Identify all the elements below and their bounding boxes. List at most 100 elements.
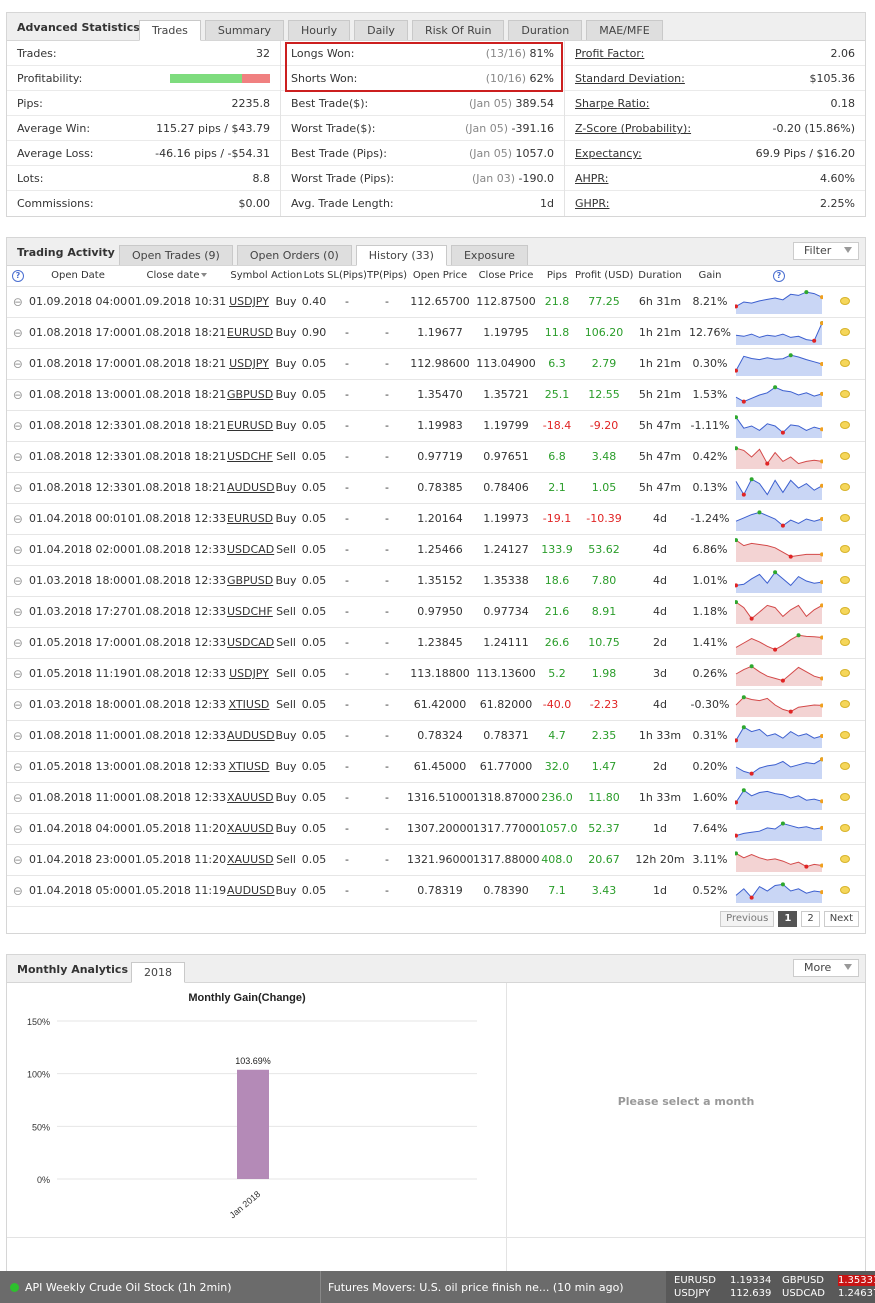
column-header[interactable]: Close Price (473, 266, 539, 287)
comment-bubble-icon[interactable] (840, 886, 850, 894)
stat-label[interactable]: Profit Factor: (575, 41, 644, 65)
symbol-cell[interactable]: USDJPY (227, 658, 271, 690)
symbol-cell[interactable]: XAUUSD (227, 844, 274, 876)
column-header[interactable]: Lots (301, 266, 327, 287)
tab-open-trades-9[interactable]: Open Trades (9) (119, 245, 233, 265)
symbol-cell[interactable]: XAUUSD (227, 813, 274, 845)
news-item-2[interactable]: Futures Movers: U.S. oil price finish ne… (328, 1281, 624, 1294)
paperclip-icon[interactable]: ⊘ (9, 417, 26, 434)
stat-label[interactable]: Z-Score (Probability): (575, 116, 691, 140)
comment-bubble-icon[interactable] (840, 638, 850, 646)
paperclip-icon[interactable]: ⊘ (9, 510, 26, 527)
comment-bubble-icon[interactable] (840, 793, 850, 801)
tab-exposure[interactable]: Exposure (450, 245, 528, 265)
paperclip-icon[interactable]: ⊘ (9, 634, 26, 651)
more-button[interactable]: More (793, 959, 859, 977)
comment-bubble-icon[interactable] (840, 483, 850, 491)
column-header[interactable]: Symbol (227, 266, 271, 287)
symbol-cell[interactable]: EURUSD (227, 410, 273, 442)
column-header[interactable]: Open Date (29, 266, 127, 287)
comment-bubble-icon[interactable] (840, 824, 850, 832)
comment-bubble-icon[interactable] (840, 762, 850, 770)
column-header[interactable]: Action (271, 266, 302, 287)
comment-bubble-icon[interactable] (840, 390, 850, 398)
paperclip-icon[interactable]: ⊘ (9, 324, 26, 341)
symbol-cell[interactable]: USDCHF (227, 596, 273, 628)
paperclip-icon[interactable]: ⊘ (9, 355, 26, 372)
paperclip-icon[interactable]: ⊘ (9, 386, 26, 403)
symbol-cell[interactable]: GBPUSD (227, 565, 273, 597)
stat-label[interactable]: Sharpe Ratio: (575, 91, 649, 115)
symbol-cell[interactable]: GBPUSD (227, 379, 273, 411)
comment-bubble-icon[interactable] (840, 328, 850, 336)
tab-mae-mfe[interactable]: MAE/MFE (586, 20, 663, 40)
comment-bubble-icon[interactable] (840, 359, 850, 367)
paperclip-icon[interactable]: ⊘ (9, 572, 26, 589)
symbol-cell[interactable]: USDJPY (227, 348, 271, 380)
page-1-button[interactable]: 1 (778, 911, 798, 927)
filter-button[interactable]: Filter (793, 242, 859, 260)
paperclip-icon[interactable]: ⊘ (9, 758, 26, 775)
tab-open-orders-0[interactable]: Open Orders (0) (236, 245, 352, 265)
symbol-cell[interactable]: EURUSD (227, 503, 273, 535)
page-2-button[interactable]: 2 (801, 911, 820, 927)
symbol-cell[interactable]: XTIUSD (227, 689, 271, 721)
paperclip-icon[interactable]: ⊘ (9, 479, 26, 496)
symbol-cell[interactable]: XAUUSD (227, 782, 274, 814)
comment-bubble-icon[interactable] (840, 576, 850, 584)
column-header[interactable]: Profit (USD) (575, 266, 633, 287)
stat-label[interactable]: Expectancy: (575, 141, 642, 165)
paperclip-icon[interactable]: ⊘ (9, 696, 26, 713)
next-page-button[interactable]: Next (823, 911, 859, 927)
tab-duration[interactable]: Duration (508, 20, 583, 40)
paperclip-icon[interactable]: ⊘ (9, 727, 26, 744)
comment-bubble-icon[interactable] (840, 607, 850, 615)
comment-bubble-icon[interactable] (840, 669, 850, 677)
paperclip-icon[interactable]: ⊘ (9, 820, 26, 837)
symbol-cell[interactable]: USDCHF (227, 441, 273, 473)
comment-bubble-icon[interactable] (840, 421, 850, 429)
tab-daily[interactable]: Daily (354, 20, 408, 40)
paperclip-icon[interactable]: ⊘ (9, 882, 26, 899)
stat-label[interactable]: Standard Deviation: (575, 66, 685, 90)
comment-bubble-icon[interactable] (840, 452, 850, 460)
symbol-cell[interactable]: AUDUSD (227, 875, 275, 907)
symbol-cell[interactable]: USDJPY (227, 286, 271, 318)
column-header[interactable]: Open Price (407, 266, 473, 287)
paperclip-icon[interactable]: ⊘ (9, 541, 26, 558)
paperclip-icon[interactable]: ⊘ (9, 665, 26, 682)
tab-hourly[interactable]: Hourly (288, 20, 351, 40)
paperclip-icon[interactable]: ⊘ (9, 293, 26, 310)
comment-bubble-icon[interactable] (840, 297, 850, 305)
symbol-cell[interactable]: AUDUSD (227, 720, 275, 752)
symbol-cell[interactable]: AUDUSD (227, 472, 275, 504)
previous-page-button[interactable]: Previous (720, 911, 775, 927)
symbol-cell[interactable]: EURUSD (227, 317, 273, 349)
news-item-1[interactable]: API Weekly Crude Oil Stock (1h 2min) (10, 1281, 232, 1294)
stat-label[interactable]: GHPR: (575, 191, 609, 216)
comment-bubble-icon[interactable] (840, 545, 850, 553)
symbol-cell[interactable]: USDCAD (227, 534, 274, 566)
help-icon[interactable]: ? (773, 269, 785, 282)
column-header[interactable]: TP(Pips) (367, 266, 407, 287)
column-header[interactable]: Pips (539, 266, 575, 287)
paperclip-icon[interactable]: ⊘ (9, 603, 26, 620)
tab-risk-of-ruin[interactable]: Risk Of Ruin (411, 20, 505, 40)
comment-bubble-icon[interactable] (840, 731, 850, 739)
symbol-cell[interactable]: XTIUSD (227, 751, 271, 783)
tab-history-33[interactable]: History (33) (355, 245, 447, 266)
column-header[interactable]: SL(Pips) (327, 266, 367, 287)
tab-summary[interactable]: Summary (204, 20, 285, 40)
paperclip-icon[interactable]: ⊘ (9, 448, 26, 465)
comment-bubble-icon[interactable] (840, 700, 850, 708)
tab-2018[interactable]: 2018 (131, 962, 185, 983)
tab-trades[interactable]: Trades (139, 20, 201, 41)
comment-bubble-icon[interactable] (840, 514, 850, 522)
column-header[interactable]: Duration (633, 266, 687, 287)
column-header[interactable]: Gain (687, 266, 733, 287)
paperclip-icon[interactable]: ⊘ (9, 851, 26, 868)
column-header[interactable]: Close date (127, 266, 227, 287)
comment-bubble-icon[interactable] (840, 855, 850, 863)
paperclip-icon[interactable]: ⊘ (9, 789, 26, 806)
help-icon[interactable]: ? (12, 269, 24, 282)
